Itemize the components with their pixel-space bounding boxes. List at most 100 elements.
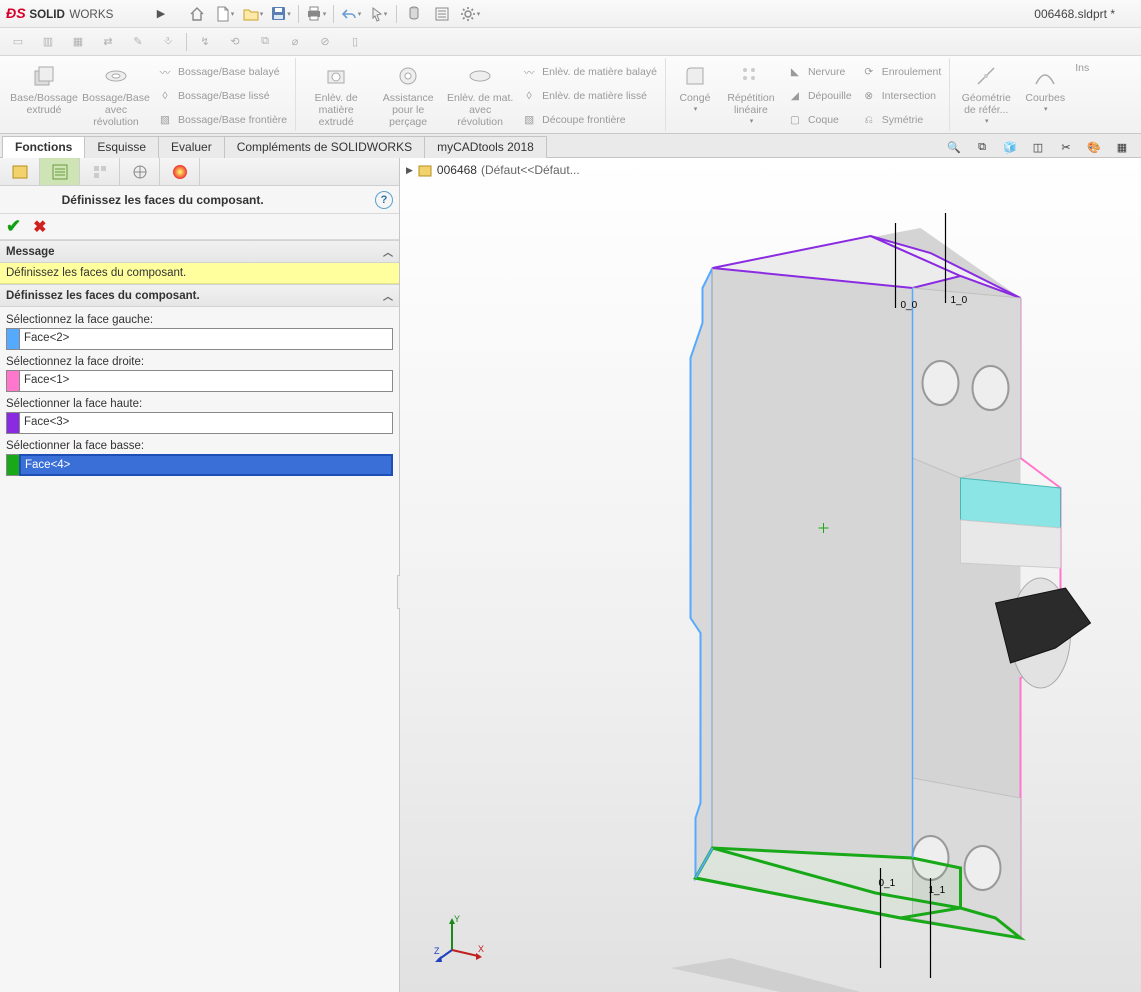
- feature-manager-tab[interactable]: [0, 158, 40, 185]
- cut-extrude-button[interactable]: Enlèv. de matière extrudé: [300, 60, 372, 130]
- display-style-icon[interactable]: ◫: [1027, 137, 1049, 157]
- boundary-icon: ▧: [156, 111, 174, 129]
- value-face-left[interactable]: Face<2>: [19, 328, 393, 350]
- ref-geometry-button[interactable]: Géométrie de référ...▾: [954, 60, 1018, 128]
- property-manager-panel: Définissez les faces du composant. ? ✔ ✖…: [0, 158, 400, 992]
- workspace: Définissez les faces du composant. ? ✔ ✖…: [0, 158, 1141, 992]
- menu-expand-icon[interactable]: ▶: [156, 5, 166, 23]
- qb-icon-1[interactable]: ▭: [6, 31, 30, 53]
- rib-button[interactable]: ◣Nervure: [782, 60, 856, 84]
- qb-icon-8[interactable]: ⟲: [223, 31, 247, 53]
- section-header-message[interactable]: Message ︿: [0, 240, 399, 263]
- select-face-left[interactable]: Face<2>: [6, 328, 393, 350]
- select-icon[interactable]: ▾: [366, 3, 392, 25]
- section-header-faces[interactable]: Définissez les faces du composant. ︿: [0, 284, 399, 307]
- hole-icon: [394, 62, 422, 90]
- label: Congé: [679, 92, 710, 104]
- sweep-boss-button[interactable]: 〰Bossage/Base balayé: [152, 60, 291, 84]
- curves-button[interactable]: Courbes▾: [1018, 60, 1072, 116]
- tab-complements[interactable]: Compléments de SOLIDWORKS: [224, 136, 425, 158]
- value-face-top[interactable]: Face<3>: [19, 412, 393, 434]
- label-face-bottom: Sélectionner la face basse:: [6, 440, 393, 452]
- qb-icon-11[interactable]: ⊘: [313, 31, 337, 53]
- mirror-button[interactable]: ⎌Symétrie: [856, 108, 946, 132]
- save-icon[interactable]: ▾: [268, 3, 294, 25]
- qb-icon-7[interactable]: ↯: [193, 31, 217, 53]
- ok-button[interactable]: ✔: [6, 216, 21, 237]
- color-swatch-top: [6, 412, 19, 434]
- label: Ins: [1075, 62, 1089, 74]
- undo-icon[interactable]: ▾: [338, 3, 364, 25]
- instant3d-button[interactable]: Ins: [1072, 60, 1092, 76]
- linear-pattern-button[interactable]: Répétition linéaire ▾: [720, 60, 782, 128]
- cancel-button[interactable]: ✖: [33, 217, 46, 237]
- loft-boss-button[interactable]: ◊Bossage/Base lissé: [152, 84, 291, 108]
- qb-icon-12[interactable]: ▯: [343, 31, 367, 53]
- tab-evaluer[interactable]: Evaluer: [158, 136, 225, 158]
- view-orient-icon[interactable]: 🧊: [999, 137, 1021, 157]
- qb-icon-3[interactable]: ▦: [66, 31, 90, 53]
- boundary-boss-button[interactable]: ▧Bossage/Base frontière: [152, 108, 291, 132]
- home-icon[interactable]: [184, 3, 210, 25]
- value-face-bottom[interactable]: Face<4>: [19, 454, 393, 476]
- hole-wizard-button[interactable]: Assistance pour le perçage: [372, 60, 444, 130]
- pm-confirm-bar: ✔ ✖: [0, 214, 399, 240]
- value-face-right[interactable]: Face<1>: [19, 370, 393, 392]
- secondary-toolbar: ▭ ▥ ▦ ⇄ ✎ ⎀ ↯ ⟲ ⧉ ⌀ ⊘ ▯: [0, 28, 1141, 56]
- shell-button[interactable]: ▢Coque: [782, 108, 856, 132]
- curves-icon: [1031, 62, 1059, 90]
- svg-text:SOLID: SOLID: [29, 8, 65, 21]
- draft-button[interactable]: ◢Dépouille: [782, 84, 856, 108]
- settings-gear-icon[interactable]: ▾: [457, 3, 483, 25]
- tab-esquisse[interactable]: Esquisse: [84, 136, 159, 158]
- fillet-button[interactable]: Congé ▾: [670, 60, 720, 116]
- select-face-right[interactable]: Face<1>: [6, 370, 393, 392]
- open-file-icon[interactable]: ▾: [240, 3, 266, 25]
- revolve-icon: [102, 62, 130, 90]
- qb-icon-10[interactable]: ⌀: [283, 31, 307, 53]
- qb-icon-4[interactable]: ⇄: [96, 31, 120, 53]
- cut-sweep-button[interactable]: 〰Enlèv. de matière balayé: [516, 60, 661, 84]
- intersect-icon: ⊗: [860, 87, 878, 105]
- cut-loft-button[interactable]: ◊Enlèv. de matière lissé: [516, 84, 661, 108]
- options-list-icon[interactable]: [429, 3, 455, 25]
- manager-tabs: [0, 158, 399, 186]
- select-face-bottom[interactable]: Face<4>: [6, 454, 393, 476]
- display-manager-tab[interactable]: [160, 158, 200, 185]
- dimxpert-manager-tab[interactable]: [120, 158, 160, 185]
- help-icon[interactable]: ?: [375, 191, 393, 209]
- zoom-window-icon[interactable]: ⧉: [971, 137, 993, 157]
- anno-top-1: 0_0: [901, 300, 918, 311]
- ref-geom-icon: [972, 62, 1000, 90]
- appearance-icon[interactable]: 🎨: [1083, 137, 1105, 157]
- viewport-top-toolbar: 🔍 ⧉ 🧊 ◫ ✂ 🎨 ▦: [935, 137, 1141, 157]
- extrude-boss-button[interactable]: Base/Bossage extrudé: [8, 60, 80, 118]
- pm-title-bar: Définissez les faces du composant. ?: [0, 186, 399, 214]
- section-view-icon[interactable]: ✂: [1055, 137, 1077, 157]
- qb-icon-6[interactable]: ⎀: [156, 31, 180, 53]
- orientation-triad[interactable]: Y X Z: [434, 912, 484, 962]
- print-icon[interactable]: ▾: [303, 3, 329, 25]
- scene-icon[interactable]: ▦: [1111, 137, 1133, 157]
- wrap-button[interactable]: ⟳Enroulement: [856, 60, 946, 84]
- tab-mycadtools[interactable]: myCADtools 2018: [424, 136, 547, 158]
- select-face-top[interactable]: Face<3>: [6, 412, 393, 434]
- new-file-icon[interactable]: ▾: [212, 3, 238, 25]
- qb-icon-5[interactable]: ✎: [126, 31, 150, 53]
- command-manager-tabs: Fonctions Esquisse Evaluer Compléments d…: [0, 134, 1141, 158]
- label: Base/Bossage extrudé: [10, 92, 78, 116]
- rebuild-icon[interactable]: [401, 3, 427, 25]
- property-manager-tab[interactable]: [40, 158, 80, 185]
- cut-boundary-button[interactable]: ▧Découpe frontière: [516, 108, 661, 132]
- qb-icon-2[interactable]: ▥: [36, 31, 60, 53]
- tab-fonctions[interactable]: Fonctions: [2, 136, 85, 158]
- anno-bot-2: 1_1: [929, 885, 946, 896]
- configuration-manager-tab[interactable]: [80, 158, 120, 185]
- graphics-viewport[interactable]: ▶ 006468 (Défaut<<Défaut...: [400, 158, 1141, 992]
- intersect-button[interactable]: ⊗Intersection: [856, 84, 946, 108]
- revolve-boss-button[interactable]: Bossage/Base avec révolution: [80, 60, 152, 130]
- zoom-fit-icon[interactable]: 🔍: [943, 137, 965, 157]
- qb-icon-9[interactable]: ⧉: [253, 31, 277, 53]
- svg-text:Y: Y: [454, 914, 460, 924]
- cut-revolve-button[interactable]: Enlèv. de mat. avec révolution: [444, 60, 516, 130]
